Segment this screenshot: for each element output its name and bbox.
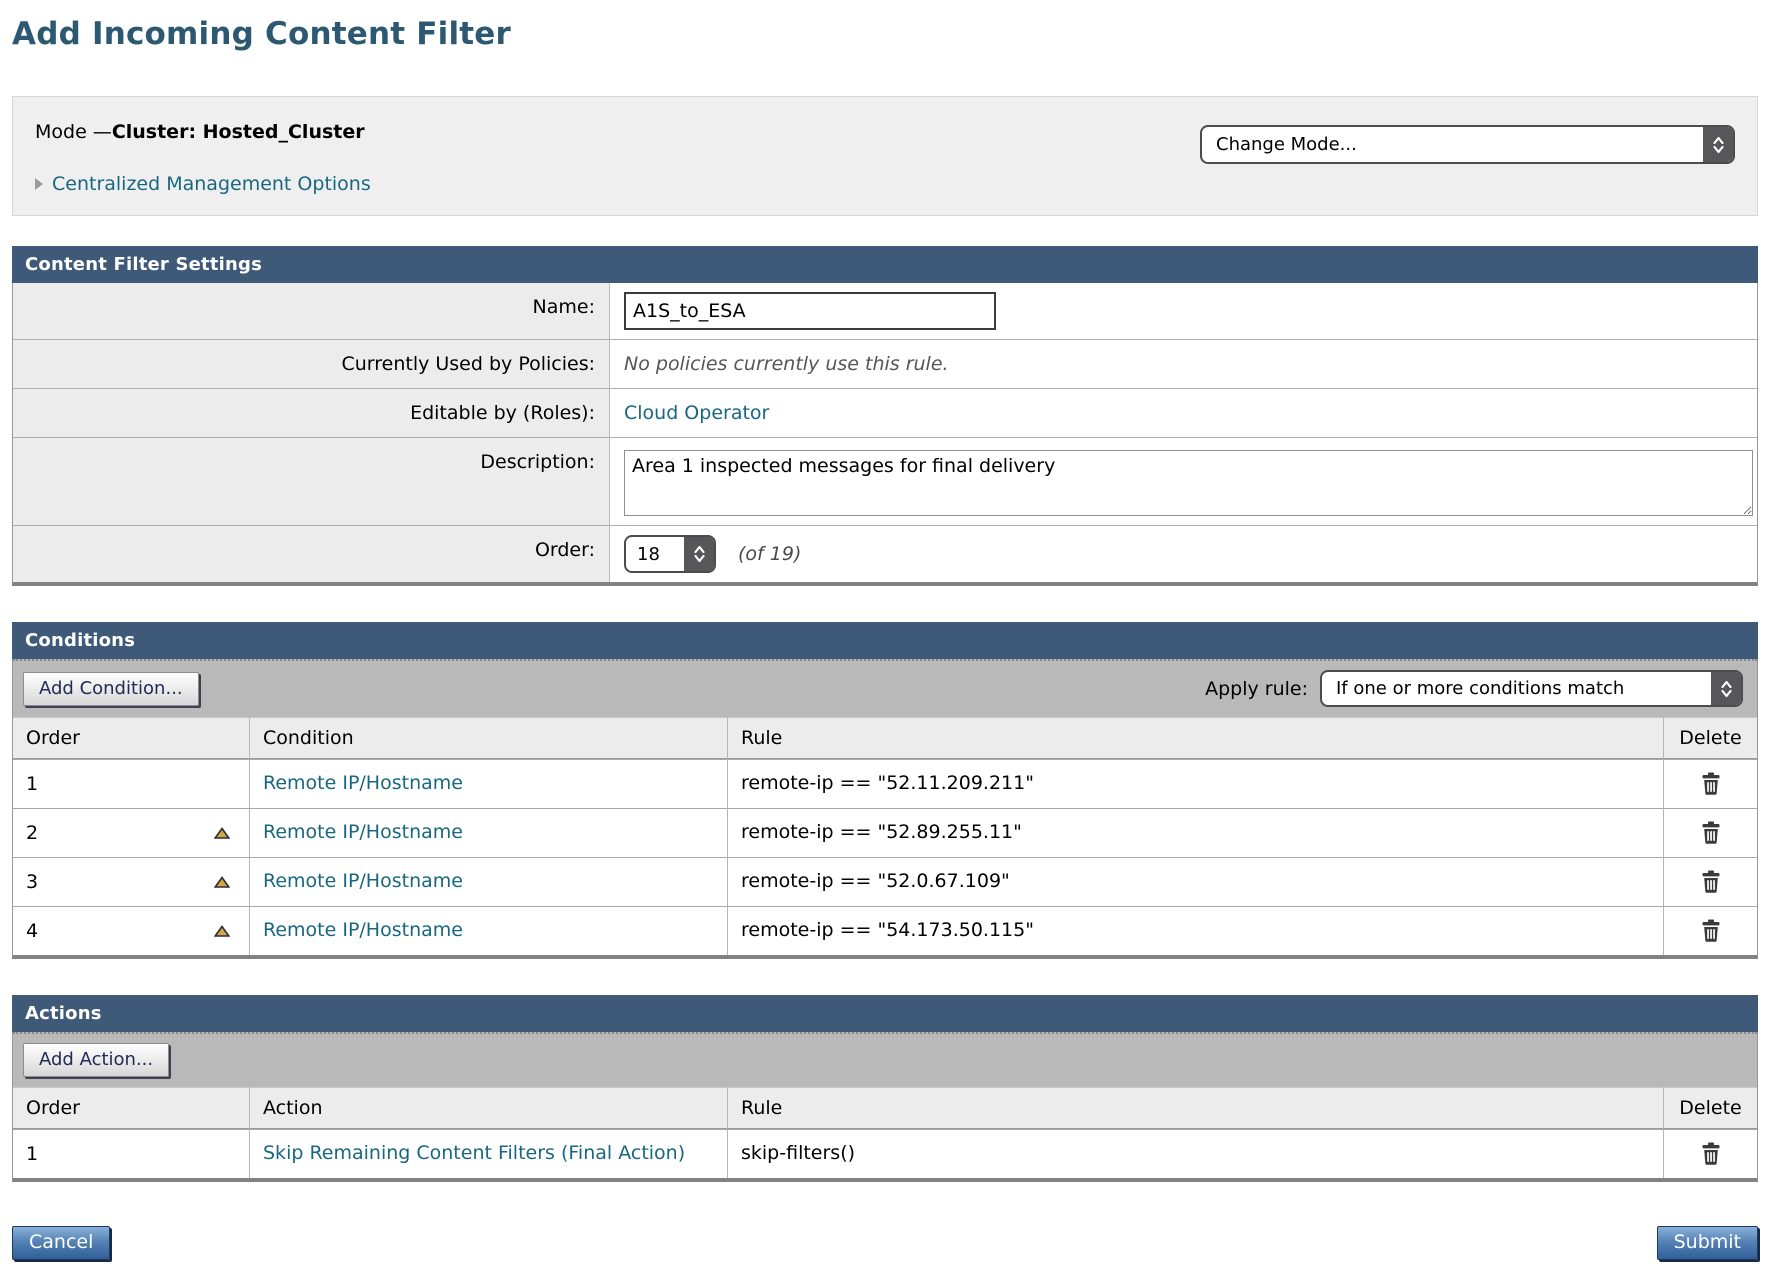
col-header-order: Order bbox=[13, 717, 249, 759]
action-order: 1 bbox=[26, 1143, 38, 1165]
condition-rule: remote-ip == "54.173.50.115" bbox=[727, 906, 1663, 955]
submit-button[interactable]: Submit bbox=[1657, 1226, 1758, 1260]
action-link[interactable]: Skip Remaining Content Filters (Final Ac… bbox=[263, 1142, 685, 1164]
trash-icon[interactable] bbox=[1700, 919, 1722, 943]
col-header-action: Action bbox=[249, 1087, 727, 1129]
content-filter-settings-panel: Content Filter Settings Name: Currently … bbox=[12, 246, 1758, 586]
move-up-icon[interactable] bbox=[214, 876, 230, 889]
condition-order: 4 bbox=[26, 920, 38, 942]
change-mode-select[interactable]: Change Mode... bbox=[1200, 125, 1735, 164]
name-label: Name: bbox=[13, 283, 610, 339]
condition-row: 3 Remote IP/Hostname remote-ip == "52.0.… bbox=[13, 857, 1757, 906]
actions-table-header: Order Action Rule Delete bbox=[13, 1087, 1757, 1129]
conditions-panel-title: Conditions bbox=[12, 622, 1758, 659]
mode-value: Cluster: Hosted_Cluster bbox=[112, 121, 365, 143]
condition-link[interactable]: Remote IP/Hostname bbox=[263, 821, 463, 843]
mode-label: Mode — bbox=[35, 121, 112, 143]
settings-row-name: Name: bbox=[13, 283, 1757, 339]
condition-order: 3 bbox=[26, 871, 38, 893]
actions-toolbar: Add Action... bbox=[13, 1032, 1757, 1087]
col-header-delete: Delete bbox=[1663, 717, 1757, 759]
condition-link[interactable]: Remote IP/Hostname bbox=[263, 919, 463, 941]
actions-panel: Actions Add Action... Order Action Rule … bbox=[12, 995, 1758, 1182]
footer-actions: Cancel Submit bbox=[12, 1226, 1758, 1260]
col-header-condition: Condition bbox=[249, 717, 727, 759]
centralized-management-row: Centralized Management Options bbox=[35, 173, 1735, 195]
col-header-rule: Rule bbox=[727, 1087, 1663, 1129]
move-up-icon[interactable] bbox=[214, 827, 230, 840]
policies-value: No policies currently use this rule. bbox=[624, 353, 949, 375]
trash-icon[interactable] bbox=[1700, 772, 1722, 796]
apply-rule-select[interactable]: If one or more conditions match bbox=[1320, 670, 1743, 707]
order-select[interactable]: 18 bbox=[624, 535, 716, 573]
condition-rule: remote-ip == "52.11.209.211" bbox=[727, 759, 1663, 808]
order-label: Order: bbox=[13, 526, 610, 582]
col-header-delete: Delete bbox=[1663, 1087, 1757, 1129]
description-label: Description: bbox=[13, 438, 610, 525]
order-total-label: (of 19) bbox=[738, 543, 801, 565]
apply-rule-label: Apply rule: bbox=[1205, 678, 1308, 700]
move-up-icon[interactable] bbox=[214, 925, 230, 938]
policies-label: Currently Used by Policies: bbox=[13, 340, 610, 388]
col-header-rule: Rule bbox=[727, 717, 1663, 759]
change-mode-select-value: Change Mode... bbox=[1202, 128, 1703, 161]
condition-link[interactable]: Remote IP/Hostname bbox=[263, 772, 463, 794]
condition-order: 1 bbox=[26, 773, 38, 795]
action-rule: skip-filters() bbox=[727, 1129, 1663, 1178]
condition-row: 1 Remote IP/Hostname remote-ip == "52.11… bbox=[13, 759, 1757, 808]
condition-row: 2 Remote IP/Hostname remote-ip == "52.89… bbox=[13, 808, 1757, 857]
mode-box: Mode —Cluster: Hosted_Cluster Centralize… bbox=[12, 96, 1758, 216]
select-stepper-icon bbox=[684, 537, 714, 571]
settings-row-order: Order: 18 (of 19) bbox=[13, 525, 1757, 582]
condition-order: 2 bbox=[26, 822, 38, 844]
trash-icon[interactable] bbox=[1700, 870, 1722, 894]
col-header-order: Order bbox=[13, 1087, 249, 1129]
actions-panel-title: Actions bbox=[12, 995, 1758, 1032]
trash-icon[interactable] bbox=[1700, 821, 1722, 845]
page-title: Add Incoming Content Filter bbox=[12, 16, 1758, 52]
editable-roles-label: Editable by (Roles): bbox=[13, 389, 610, 437]
cancel-button[interactable]: Cancel bbox=[12, 1226, 110, 1260]
settings-row-policies: Currently Used by Policies: No policies … bbox=[13, 339, 1757, 388]
name-input[interactable] bbox=[624, 292, 996, 330]
conditions-table-header: Order Condition Rule Delete bbox=[13, 717, 1757, 759]
conditions-panel: Conditions Add Condition... Apply rule: … bbox=[12, 622, 1758, 959]
settings-panel-title: Content Filter Settings bbox=[12, 246, 1758, 283]
condition-row: 4 Remote IP/Hostname remote-ip == "54.17… bbox=[13, 906, 1757, 955]
action-row: 1 Skip Remaining Content Filters (Final … bbox=[13, 1129, 1757, 1178]
add-condition-button[interactable]: Add Condition... bbox=[23, 672, 199, 706]
condition-rule: remote-ip == "52.0.67.109" bbox=[727, 857, 1663, 906]
condition-rule: remote-ip == "52.89.255.11" bbox=[727, 808, 1663, 857]
settings-row-description: Description: Area 1 inspected messages f… bbox=[13, 437, 1757, 525]
description-textarea[interactable]: Area 1 inspected messages for final deli… bbox=[624, 450, 1753, 516]
disclosure-triangle-icon[interactable] bbox=[35, 178, 43, 190]
order-select-value: 18 bbox=[626, 540, 684, 569]
centralized-management-options-link[interactable]: Centralized Management Options bbox=[52, 173, 371, 195]
apply-rule-select-value: If one or more conditions match bbox=[1322, 672, 1711, 705]
trash-icon[interactable] bbox=[1700, 1142, 1722, 1166]
select-stepper-icon bbox=[1703, 127, 1733, 162]
add-action-button[interactable]: Add Action... bbox=[23, 1043, 169, 1077]
select-stepper-icon bbox=[1711, 672, 1741, 705]
condition-link[interactable]: Remote IP/Hostname bbox=[263, 870, 463, 892]
conditions-toolbar: Add Condition... Apply rule: If one or m… bbox=[13, 659, 1757, 717]
cloud-operator-link[interactable]: Cloud Operator bbox=[624, 402, 769, 424]
settings-row-editable: Editable by (Roles): Cloud Operator bbox=[13, 388, 1757, 437]
